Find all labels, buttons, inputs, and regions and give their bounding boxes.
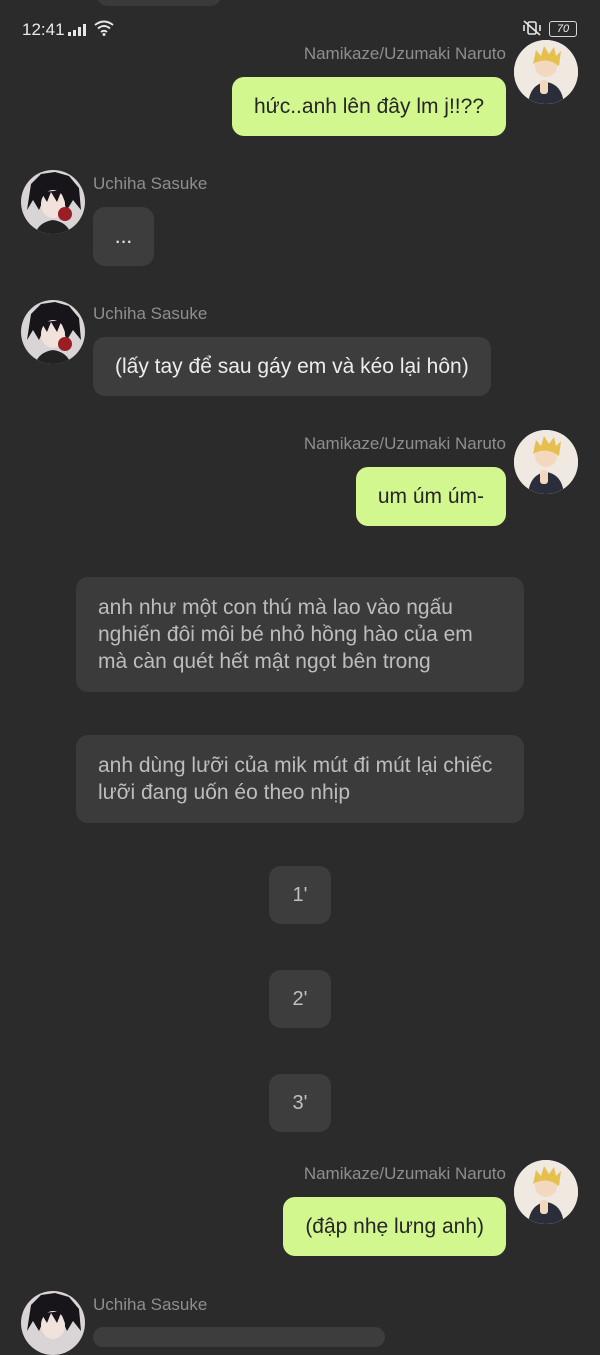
naruto-avatar-icon — [514, 1160, 578, 1224]
avatar-sasuke[interactable] — [21, 1291, 85, 1355]
message-bubble[interactable]: (lấy tay để sau gáy em và kéo lại hôn) — [93, 337, 491, 396]
narration-block[interactable]: 3' — [269, 1074, 331, 1132]
avatar-sasuke[interactable] — [21, 170, 85, 234]
battery-icon: 70 — [549, 21, 577, 37]
sender-name: Namikaze/Uzumaki Naruto — [303, 1164, 506, 1183]
vibrate-mute-icon — [523, 20, 541, 36]
sasuke-avatar-icon — [21, 1291, 85, 1355]
naruto-avatar-icon — [514, 430, 578, 494]
sasuke-avatar-icon — [21, 300, 85, 364]
signal-icon — [68, 24, 86, 36]
narration-block[interactable]: anh như một con thú mà lao vào ngấu nghi… — [76, 577, 524, 692]
avatar-sasuke[interactable] — [21, 300, 85, 364]
wifi-icon — [94, 20, 114, 36]
sender-name: Uchiha Sasuke — [93, 304, 208, 323]
message-bubble[interactable]: ... — [93, 207, 154, 266]
sasuke-avatar-icon — [21, 170, 85, 234]
message-bubble[interactable]: um úm úm- — [355, 467, 506, 526]
message-bubble[interactable]: (đập nhẹ lưng anh) — [283, 1197, 506, 1256]
sender-name: Uchiha Sasuke — [93, 1295, 208, 1314]
avatar-naruto[interactable] — [514, 40, 578, 104]
status-time: 12:41 — [22, 20, 65, 39]
message-bubble[interactable]: hức..anh lên đây lm j!!?? — [231, 77, 506, 136]
avatar-naruto[interactable] — [514, 430, 578, 494]
sender-name: Namikaze/Uzumaki Naruto — [303, 434, 506, 453]
narration-block[interactable]: anh dùng lưỡi của mik mút đi mút lại chi… — [76, 735, 524, 823]
narration-block[interactable]: 2' — [269, 970, 331, 1028]
avatar-naruto[interactable] — [514, 1160, 578, 1224]
status-bar: 12:41 70 — [0, 0, 600, 58]
sender-name: Namikaze/Uzumaki Naruto — [303, 44, 506, 63]
sender-name: Uchiha Sasuke — [93, 174, 208, 193]
naruto-avatar-icon — [514, 40, 578, 104]
message-bubble[interactable] — [93, 1327, 385, 1347]
narration-block[interactable]: 1' — [269, 866, 331, 924]
